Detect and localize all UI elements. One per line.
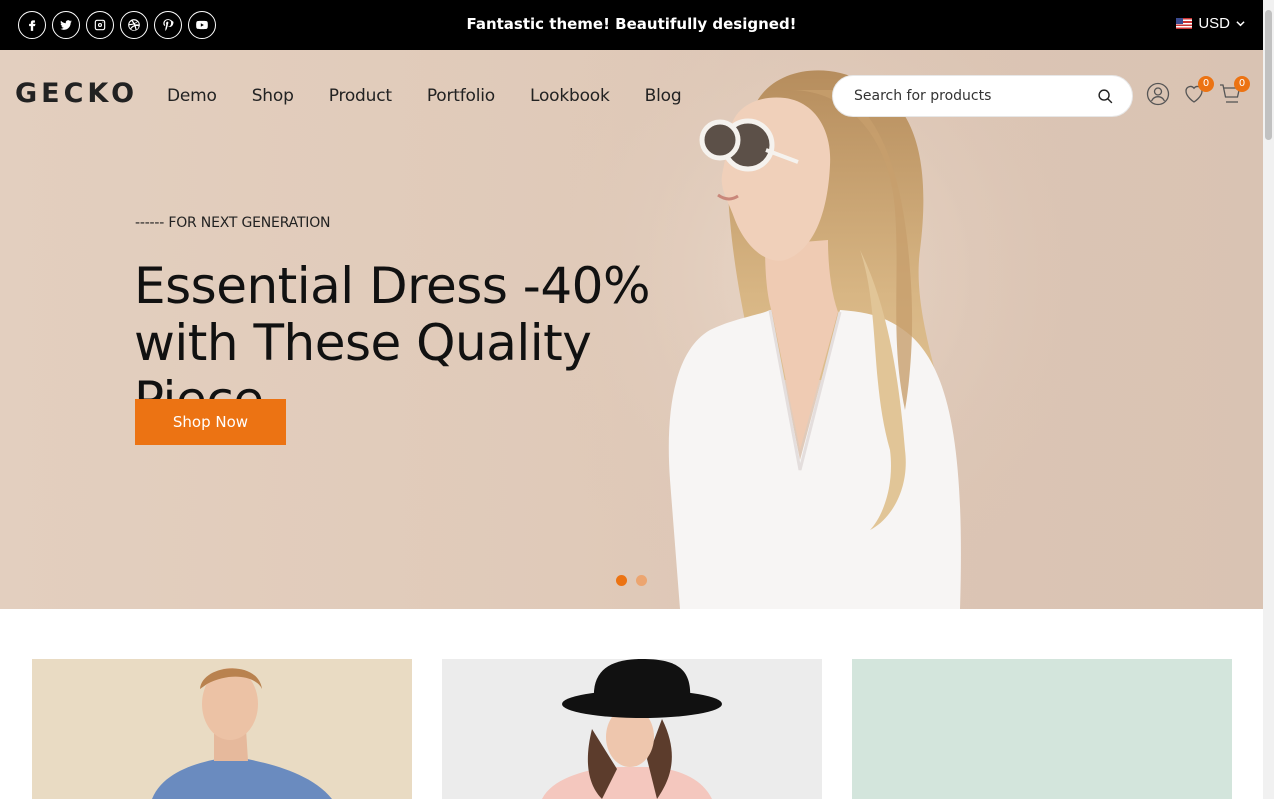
top-bar: Fantastic theme! Beautifully designed! U… xyxy=(0,0,1263,50)
shop-now-button[interactable]: Shop Now xyxy=(135,399,286,445)
category-card-men[interactable] xyxy=(32,659,412,799)
nav-demo[interactable]: Demo xyxy=(167,86,217,106)
women-model-image xyxy=(542,659,722,799)
cart-count-badge: 0 xyxy=(1234,76,1250,92)
slider-dots xyxy=(616,575,647,586)
main-nav: Demo Shop Product Portfolio Lookbook Blo… xyxy=(167,86,682,106)
nav-blog[interactable]: Blog xyxy=(645,86,682,106)
nav-shop[interactable]: Shop xyxy=(252,86,294,106)
cart-icon[interactable]: 0 xyxy=(1218,76,1250,106)
wishlist-count-badge: 0 xyxy=(1198,76,1214,92)
hero-headline-line1: Essential Dress -40% xyxy=(134,257,650,315)
category-card-accessories[interactable] xyxy=(852,659,1232,799)
currency-selector[interactable]: USD xyxy=(1176,15,1245,32)
slider-dot-1[interactable] xyxy=(616,575,627,586)
currency-label: USD xyxy=(1198,15,1230,32)
category-card-women[interactable] xyxy=(442,659,822,799)
category-cards xyxy=(32,659,1232,799)
wishlist-icon[interactable]: 0 xyxy=(1182,76,1214,106)
search-box xyxy=(832,75,1133,117)
nav-product[interactable]: Product xyxy=(329,86,392,106)
scrollbar-thumb[interactable] xyxy=(1265,10,1272,140)
hero-subtitle: ------ FOR NEXT GENERATION xyxy=(135,215,331,231)
us-flag-icon xyxy=(1176,18,1193,29)
search-icon[interactable] xyxy=(1097,88,1114,105)
hero-banner: GECKO Demo Shop Product Portfolio Lookbo… xyxy=(0,50,1263,609)
page-scrollbar[interactable] xyxy=(1263,0,1274,799)
chevron-down-icon xyxy=(1236,21,1245,27)
nav-lookbook[interactable]: Lookbook xyxy=(530,86,610,106)
logo[interactable]: GECKO xyxy=(15,78,138,109)
account-icon[interactable] xyxy=(1146,82,1170,106)
nav-portfolio[interactable]: Portfolio xyxy=(427,86,495,106)
search-input[interactable] xyxy=(852,87,1092,105)
men-model-image xyxy=(152,668,332,799)
slider-dot-2[interactable] xyxy=(636,575,647,586)
promo-text: Fantastic theme! Beautifully designed! xyxy=(466,15,797,33)
